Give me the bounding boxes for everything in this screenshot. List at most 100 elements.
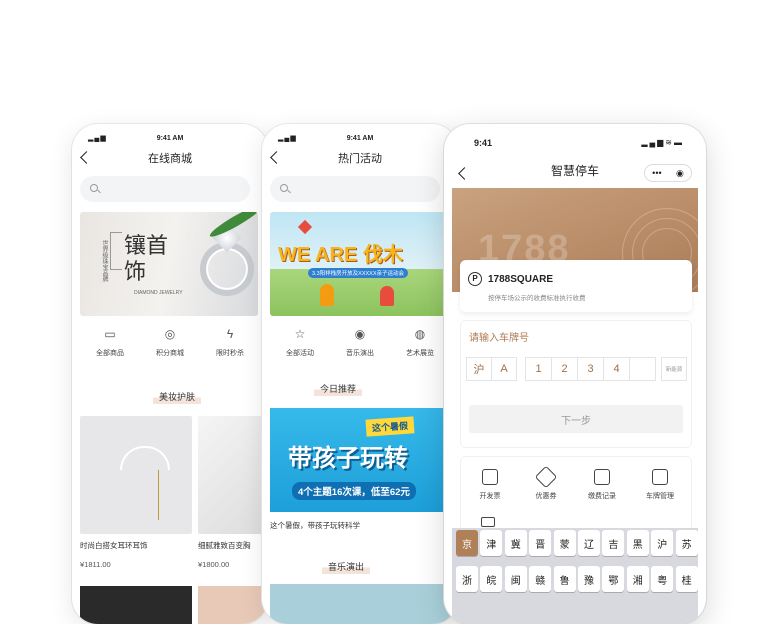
keyboard-key[interactable]: 冀 xyxy=(504,530,527,556)
status-time: 9:41 AM xyxy=(346,134,374,142)
keyboard-key[interactable]: 蒙 xyxy=(553,530,576,556)
category-item[interactable]: ◍ 艺术展览 xyxy=(390,326,450,366)
mini-program-capsule[interactable]: ••• ◉ xyxy=(644,164,692,182)
back-icon[interactable] xyxy=(80,151,93,164)
tool-label: 缴费记录 xyxy=(588,493,616,500)
category-item[interactable]: ◎ 积分商城 xyxy=(140,326,200,366)
product-price: ¥1811.00 xyxy=(80,560,111,569)
keyboard-key[interactable]: 辽 xyxy=(578,530,600,556)
product-name: 时尚白搭女耳环耳饰 xyxy=(80,541,148,550)
phone-smart-parking: 9:41 ▂▄▆≋▬ 智慧停车 ••• ◉ 1788 P 1788SQUARE … xyxy=(444,124,706,624)
promo-caption: 这个暑假，带孩子玩转科学 xyxy=(270,521,360,530)
keyboard-key[interactable]: 晋 xyxy=(529,530,552,556)
more-icon[interactable]: ••• xyxy=(652,168,661,178)
signal-icon: ▂▄▆ xyxy=(88,135,107,142)
ticket-icon xyxy=(482,469,498,485)
keyboard-key[interactable]: 吉 xyxy=(602,530,625,556)
plate-char-box[interactable] xyxy=(629,357,656,381)
tool-payment-record[interactable]: 缴费记录 xyxy=(577,469,627,501)
promo-headline: 带孩子玩转 xyxy=(288,445,408,472)
tool-invoice[interactable]: 开发票 xyxy=(465,469,515,501)
keyboard-key[interactable]: 津 xyxy=(480,530,503,556)
category-label: 积分商城 xyxy=(156,350,184,357)
category-label: 全部活动 xyxy=(286,350,314,357)
product-image[interactable] xyxy=(198,586,268,624)
plate-char-box[interactable]: 1 xyxy=(525,357,552,381)
status-time: 9:41 AM xyxy=(156,134,184,142)
car-manage-icon xyxy=(652,469,668,485)
earring-drop xyxy=(158,470,159,520)
status-bar: ▂▄▆ 9:41 AM xyxy=(72,132,268,144)
keyboard-key[interactable]: 赣 xyxy=(529,566,552,592)
store-icon: ▭ xyxy=(104,327,116,341)
keyboard-key[interactable]: 闽 xyxy=(504,566,527,592)
flash-icon: ϟ xyxy=(226,327,234,341)
promo-tag: 这个暑假 xyxy=(365,416,415,437)
product-name: 细腻雅致百变胸 xyxy=(198,541,251,550)
jewelry-banner[interactable]: 世界级珠宝品牌 镶首饰 DIAMOND JEWELRY xyxy=(80,212,258,316)
tool-plate-manage[interactable]: 车牌管理 xyxy=(635,469,685,501)
category-item[interactable]: ▭ 全部商品 xyxy=(80,326,140,366)
parking-name: 1788SQUARE xyxy=(488,274,554,285)
event-image[interactable] xyxy=(270,584,458,624)
search-icon xyxy=(280,184,288,192)
signal-icon: ▂▄▆ xyxy=(278,135,297,142)
category-item[interactable]: ◉ 音乐演出 xyxy=(330,326,390,366)
keyboard-key[interactable]: 粤 xyxy=(651,566,674,592)
section-title: 美妆护肤 xyxy=(86,390,268,404)
keyboard-key[interactable]: 沪 xyxy=(651,530,674,556)
category-row: ☆ 全部活动 ◉ 音乐演出 ◍ 艺术展览 xyxy=(262,326,458,366)
keyboard-key[interactable]: 黑 xyxy=(626,530,649,556)
keyboard-key[interactable]: 桂 xyxy=(675,566,698,592)
keyboard-key[interactable]: 浙 xyxy=(456,566,478,592)
keyboard-key[interactable]: 皖 xyxy=(480,566,503,592)
star-icon: ☆ xyxy=(294,327,306,341)
tool-coupon[interactable]: 优惠券 xyxy=(521,465,571,501)
search-input[interactable] xyxy=(80,176,250,202)
parking-info-card: P 1788SQUARE 按停车场公示的收费标准执行收费 xyxy=(460,260,692,312)
keyboard-key[interactable]: 京 xyxy=(456,530,478,556)
banner-sub: 3.3阳祥栈房开放及XXXXX亲子运动会 xyxy=(308,268,408,278)
plate-char-box[interactable]: A xyxy=(491,357,517,381)
back-icon[interactable] xyxy=(458,167,471,180)
category-item[interactable]: ☆ 全部活动 xyxy=(270,326,330,366)
new-energy-box[interactable]: 新能源 xyxy=(661,357,687,381)
plate-char-box[interactable]: 沪 xyxy=(466,357,492,381)
tool-label: 优惠券 xyxy=(535,493,557,500)
battery-icon: ▬ xyxy=(674,138,684,147)
plate-char-box[interactable]: 2 xyxy=(551,357,578,381)
status-bar: ▂▄▆ 9:41 AM xyxy=(262,132,458,144)
category-item[interactable]: ϟ 限时秒杀 xyxy=(200,326,260,366)
plate-label: 请输入车牌号 xyxy=(469,333,529,344)
keyboard-key[interactable]: 鄂 xyxy=(602,566,625,592)
coupon-icon xyxy=(534,465,558,489)
keyboard-key[interactable]: 鲁 xyxy=(553,566,576,592)
keyboard-key[interactable]: 湘 xyxy=(626,566,649,592)
nav-bar: 热门活动 xyxy=(262,148,458,168)
banner-en: DIAMOND JEWELRY xyxy=(134,290,183,296)
promo-sub: 4个主题16次课，低至62元 xyxy=(292,482,416,500)
kite-icon xyxy=(297,219,313,235)
search-input[interactable] xyxy=(270,176,440,202)
category-label: 限时秒杀 xyxy=(216,350,244,357)
next-step-button[interactable]: 下一步 xyxy=(469,405,683,433)
keyboard-key[interactable]: 苏 xyxy=(675,530,698,556)
close-target-icon[interactable]: ◉ xyxy=(676,168,684,179)
plate-char-box[interactable]: 4 xyxy=(603,357,630,381)
extra-tool-icon[interactable] xyxy=(481,517,495,527)
nav-bar: 在线商城 xyxy=(72,148,268,168)
keyboard-key[interactable]: 豫 xyxy=(578,566,600,592)
product-image[interactable] xyxy=(198,416,268,534)
plate-input-card: 请输入车牌号 沪 A 1 2 3 4 新能源 下一步 xyxy=(460,320,692,448)
tool-label: 开发票 xyxy=(479,493,501,500)
parking-sub: 按停车场公示的收费标准执行收费 xyxy=(488,295,586,302)
promo-banner[interactable]: 这个暑假 带孩子玩转 4个主题16次课，低至62元 xyxy=(270,408,458,512)
status-icons: ▂▄▆≋▬ xyxy=(641,138,684,147)
plate-char-box[interactable]: 3 xyxy=(577,357,604,381)
product-image[interactable] xyxy=(80,416,192,534)
back-icon[interactable] xyxy=(270,151,283,164)
record-icon xyxy=(594,469,610,485)
product-image[interactable] xyxy=(80,586,192,624)
event-banner[interactable]: WE ARE 伐木 3.3阳祥栈房开放及XXXXX亲子运动会 xyxy=(270,212,448,316)
status-time: 9:41 xyxy=(474,138,493,148)
